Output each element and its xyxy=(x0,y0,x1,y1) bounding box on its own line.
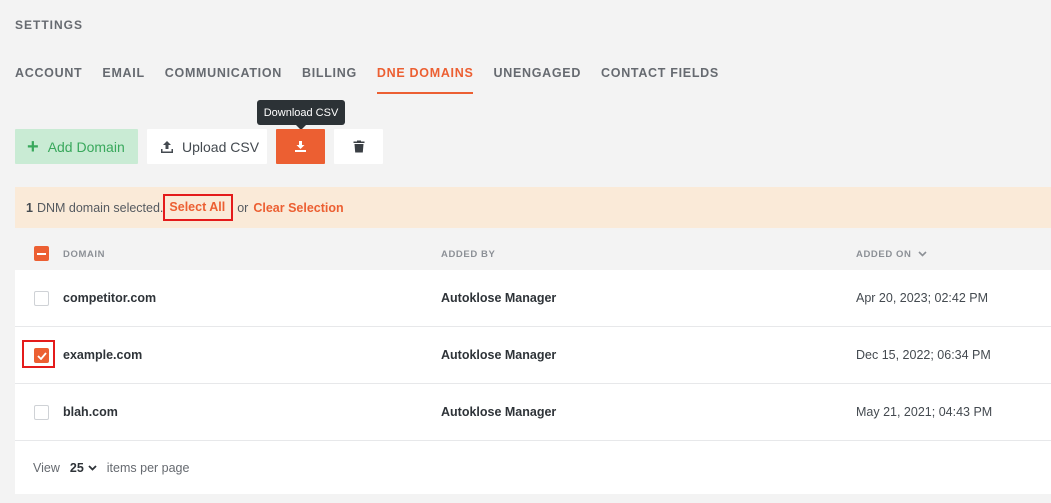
domains-table: competitor.com Autoklose Manager Apr 20,… xyxy=(15,270,1051,441)
selection-message: DNM domain selected. xyxy=(36,200,164,215)
page-title: SETTINGS xyxy=(15,18,84,32)
download-csv-tooltip: Download CSV xyxy=(257,100,345,130)
table-header: DOMAIN ADDED BY ADDED ON xyxy=(15,240,1051,268)
table-row[interactable]: competitor.com Autoklose Manager Apr 20,… xyxy=(15,270,1051,327)
download-csv-button[interactable] xyxy=(276,129,325,164)
or-text: or xyxy=(237,200,249,215)
added-by-cell: Autoklose Manager xyxy=(441,405,557,419)
settings-tabs: ACCOUNT EMAIL COMMUNICATION BILLING DNE … xyxy=(15,60,739,94)
chevron-down-icon[interactable] xyxy=(88,464,97,471)
tab-billing[interactable]: BILLING xyxy=(302,60,357,94)
chevron-down-icon xyxy=(918,251,927,257)
select-all-link[interactable]: Select All xyxy=(169,200,225,214)
column-header-added-by[interactable]: ADDED BY xyxy=(441,249,495,260)
added-by-cell: Autoklose Manager xyxy=(441,348,557,362)
tab-email[interactable]: EMAIL xyxy=(102,60,144,94)
minus-icon xyxy=(37,252,46,255)
domain-cell: competitor.com xyxy=(63,291,157,305)
select-all-checkbox[interactable] xyxy=(34,246,49,261)
select-all-highlight: Select All xyxy=(163,194,234,221)
download-icon xyxy=(295,141,306,152)
items-per-page-label: items per page xyxy=(106,460,190,475)
tab-dne-domains[interactable]: DNE DOMAINS xyxy=(376,60,474,94)
column-header-added-on[interactable]: ADDED ON xyxy=(856,249,927,260)
tab-communication[interactable]: COMMUNICATION xyxy=(165,60,282,94)
added-on-cell: Apr 20, 2023; 02:42 PM xyxy=(856,291,989,305)
clear-selection-link[interactable]: Clear Selection xyxy=(253,201,343,215)
add-domain-button[interactable]: + Add Domain xyxy=(15,129,138,164)
selected-count: 1 xyxy=(26,200,33,215)
view-label: View xyxy=(33,460,60,475)
selection-banner: 1 DNM domain selected. Select All or Cle… xyxy=(15,187,1051,228)
column-header-domain[interactable]: DOMAIN xyxy=(63,249,105,260)
upload-csv-button[interactable]: Upload CSV xyxy=(147,129,267,164)
delete-button[interactable] xyxy=(334,129,383,164)
pagination: View 25 items per page xyxy=(15,441,1051,494)
upload-csv-label: Upload CSV xyxy=(182,138,260,155)
table-row[interactable]: blah.com Autoklose Manager May 21, 2021;… xyxy=(15,384,1051,441)
added-on-cell: May 21, 2021; 04:43 PM xyxy=(856,405,993,419)
row-checkbox[interactable] xyxy=(34,291,49,306)
added-on-label: ADDED ON xyxy=(856,249,912,260)
added-by-cell: Autoklose Manager xyxy=(441,291,557,305)
domain-cell: blah.com xyxy=(63,405,118,419)
tab-unengaged[interactable]: UNENGAGED xyxy=(493,60,581,94)
trash-icon xyxy=(353,140,364,153)
table-row[interactable]: example.com Autoklose Manager Dec 15, 20… xyxy=(15,327,1051,384)
page-size-select[interactable]: 25 xyxy=(70,461,84,475)
add-domain-label: Add Domain xyxy=(47,138,125,155)
row-checkbox[interactable] xyxy=(34,405,49,420)
upload-icon xyxy=(161,140,173,153)
checkbox-highlight xyxy=(22,340,55,368)
toolbar: + Add Domain Upload CSV xyxy=(15,129,392,164)
domain-cell: example.com xyxy=(63,348,143,362)
tab-contact-fields[interactable]: CONTACT FIELDS xyxy=(601,60,719,94)
plus-icon: + xyxy=(27,135,39,158)
tab-account[interactable]: ACCOUNT xyxy=(15,60,82,94)
added-on-cell: Dec 15, 2022; 06:34 PM xyxy=(856,348,991,362)
